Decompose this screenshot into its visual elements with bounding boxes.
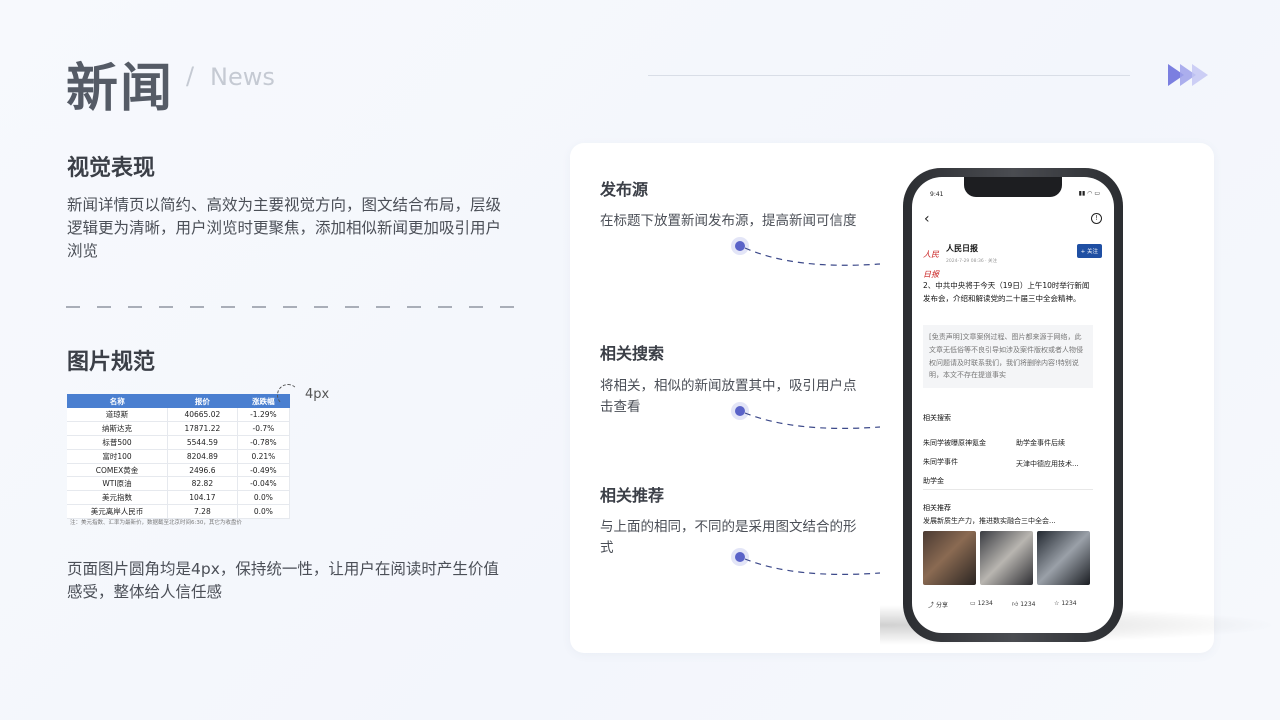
share-icon: ⤴ [928,602,935,609]
table-row: 美元指数 104.17 0.0% [67,490,291,506]
phone-screen: 9:41 ▮▮ ◠ ▭ ‹ ! 人民日报 人民日报 2024-7-29 08:3… [912,177,1114,633]
corner-radius-label: 4px [305,387,330,402]
rec-image[interactable] [980,531,1033,585]
connector-dot [735,406,745,416]
table-row: 标普500 5544.59 -0.78% [67,435,291,450]
phone-notch [964,177,1062,197]
disclaimer-box: [免责声明]文章案例过程、图片都来源于网络，此文章无低俗等不良引导如涉及案件版权… [923,325,1093,389]
section-divider [66,306,528,308]
info-icon[interactable]: ! [1091,213,1102,224]
table-note: 注：美元指数、汇率为最新价，数据截至北京时间6:30，其它为收盘价 [70,520,242,526]
table-row: 道琼斯 40665.02 -1.29% [67,408,291,423]
search-item[interactable]: 助学金 [923,476,944,486]
news-headline: 2、中共中央将于今天（19日）上午10时举行新闻发布会，介绍和解读党的二十届三中… [923,281,1090,303]
share-button[interactable]: ⤴ 分享 [928,600,948,609]
image-spec-description: 页面图片圆角均是4px，保持统一性，让用户在阅读时产生价值 感受，整体给人信任感 [67,560,499,601]
back-icon[interactable]: ‹ [924,211,930,227]
comment-button[interactable]: ▭ 1234 [970,600,993,607]
image-spec-title: 图片规范 [67,350,156,375]
news-meta: 2024-7-29 08:36 · 关注 [946,259,997,264]
visual-description: 新闻详情页以简约、高效为主要视觉方向，图文结合布局，层级 逻辑更为清晰，用户浏览… [67,196,502,260]
feature-title-related-rec: 相关推荐 [600,486,665,505]
divider [923,489,1093,490]
status-icons: ▮▮ ◠ ▭ [1078,190,1100,197]
feature-desc-related-rec: 与上面的相同，不同的是采用图文结合的形 式 [600,519,857,556]
follow-button[interactable]: + 关注 [1076,244,1102,258]
star-icon: ☆ [1054,600,1060,607]
star-button[interactable]: ☆ 1234 [1054,600,1077,607]
header-divider-line [648,75,1130,76]
connector-line [744,412,881,429]
forward-arrows-icon [1168,64,1208,86]
table-row: 纳斯达克 17871.22 -0.7% [67,421,291,437]
feature-desc-source: 在标题下放置新闻发布源，提高新闻可信度 [600,213,857,229]
market-quote-table: 名称 报价 涨跌幅 道琼斯 40665.02 -1.29% 纳斯达克 17871.22… [67,394,291,519]
thumb-up-icon: 👍︎ [1012,601,1019,608]
search-item[interactable]: 朱同学被曝原神氪金 [923,438,986,448]
related-rec-title: 相关推荐 [923,504,951,512]
related-search-title: 相关搜索 [923,414,951,422]
table-row: WTI原油 82.82 -0.04% [67,476,291,492]
comment-icon: ▭ [970,600,976,607]
table-header-name: 名称 [67,394,168,408]
rec-image[interactable] [1037,531,1090,585]
visual-section-title: 视觉表现 [67,156,156,181]
search-item[interactable]: 朱同学事件 [923,457,958,467]
rec-image[interactable] [923,531,976,585]
connector-dot [735,552,745,562]
page-title: 新闻 [66,59,175,119]
connector-line [744,247,881,266]
source-logo: 人民日报 [923,250,939,279]
phone-mockup: 9:41 ▮▮ ◠ ▭ ‹ ! 人民日报 人民日报 2024-7-29 08:3… [903,168,1123,642]
connector-dot [735,241,745,251]
search-item[interactable]: 天津中德应用技术... [1016,459,1079,469]
feature-title-related-search: 相关搜索 [600,344,665,363]
table-row: 美元离岸人民币 7.28 0.0% [67,504,291,519]
news-source-name[interactable]: 人民日报 [946,243,978,254]
corner-radius-indicator [277,384,299,406]
page-subtitle: News [210,63,275,91]
feature-title-source: 发布源 [600,180,649,199]
connector-line [744,558,881,575]
status-time: 9:41 [930,191,944,198]
search-item[interactable]: 助学金事件后续 [1016,438,1065,448]
table-header-price: 报价 [167,394,238,408]
table-row: COMEX黄金 2496.6 -0.49% [67,463,291,478]
title-divider: / [186,62,195,90]
table-row: 富时100 8204.89 0.21% [67,449,291,464]
rec-headline[interactable]: 发展新质生产力，推进数实融合三中全会... [923,516,1056,526]
like-button[interactable]: 👍︎ 1234 [1012,600,1035,608]
